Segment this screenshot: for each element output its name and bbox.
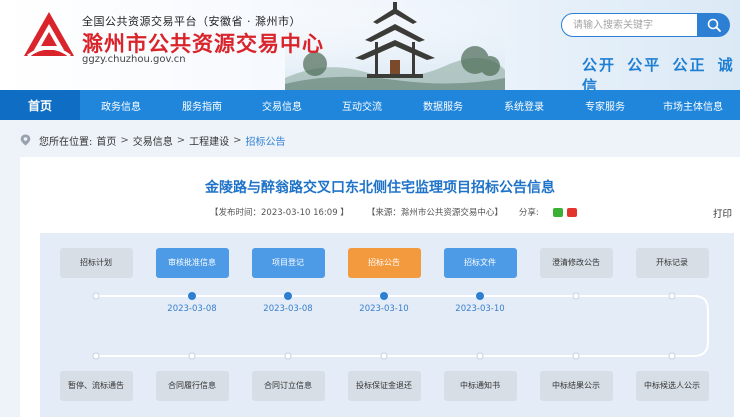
breadcrumb-prefix: 您所在位置: [39,136,93,148]
breadcrumb-home[interactable]: 首页 [96,133,116,148]
search-input[interactable] [561,13,698,37]
print-button[interactable]: 打印 [713,206,732,220]
breadcrumb-trade-info[interactable]: 交易信息 [133,133,173,148]
article-panel: 金陵路与醉翁路交叉口东北侧住宅监理项目招标公告信息 【发布时间：2023-03-… [20,157,740,417]
bottom-flow-dot [476,352,484,360]
search-button[interactable] [697,13,730,37]
step-date: 2023-03-08 [167,304,217,314]
location-pin-icon [20,134,31,146]
breadcrumb: 您所在位置: 首页 > 交易信息 > 工程建设 > 招标公告 [20,133,286,148]
step-date: 2023-03-10 [455,304,505,314]
nav-item-3[interactable]: 交易信息 [242,90,322,120]
bottom-step-4[interactable]: 中标通知书 [443,371,517,401]
nav-item-2[interactable]: 服务指南 [162,90,242,120]
weibo-share-icon[interactable] [566,207,577,217]
bottom-step-6[interactable]: 中标候选人公示 [635,371,709,401]
bottom-flow-dot [668,352,676,360]
bottom-step-1[interactable]: 合同履行信息 [155,371,229,401]
top-step-0[interactable]: 招标计划 [59,248,133,278]
bottom-step-5[interactable]: 中标结果公示 [539,371,613,401]
wechat-share-icon[interactable] [552,207,563,217]
bottom-step-3[interactable]: 投标保证金退还 [347,371,421,401]
bottom-step-2[interactable]: 合同订立信息 [251,371,325,401]
breadcrumb-separator: > [120,134,129,146]
site-logo-icon [24,12,74,58]
share-label: 分享: [518,208,539,218]
top-step-6[interactable]: 开标记录 [635,248,709,278]
breadcrumb-engineering[interactable]: 工程建设 [189,133,229,148]
breadcrumb-current[interactable]: 招标公告 [246,133,286,148]
nav-item-4[interactable]: 互动交流 [322,90,402,120]
nav-item-5[interactable]: 数据服务 [402,90,484,120]
bottom-flow-dot [284,352,292,360]
bottom-flow-dot [572,352,580,360]
nav-item-6[interactable]: 系统登录 [484,90,564,120]
article-meta: 【发布时间：2023-03-10 16:09 】 【来源：滁州市公共资源交易中心… [210,206,577,218]
nav-item-0[interactable]: 首页 [0,90,80,120]
search-icon [707,18,721,32]
top-flow-dot [380,292,388,300]
article-title: 金陵路与醉翁路交叉口东北侧住宅监理项目招标公告信息 [205,180,555,196]
bottom-flow-dot [92,352,100,360]
top-step-5[interactable]: 澄清修改公告 [539,248,613,278]
bottom-flow-dot [188,352,196,360]
top-step-2[interactable]: 项目登记 [251,248,325,278]
breadcrumb-separator: > [233,134,242,146]
step-date: 2023-03-08 [263,304,313,314]
nav-item-1[interactable]: 政务信息 [80,90,162,120]
site-domain: ggzy.chuzhou.gov.cn [82,54,186,65]
publish-time: 【发布时间：2023-03-10 16:09 】 [210,208,349,218]
process-flow: 招标计划 审核批准信息 项目登记 招标公告 招标文件 澄清修改公告 开标记录 2023-03-… [40,233,734,417]
article-source: 【来源：滁州市公共资源交易中心】 [366,208,503,218]
top-step-3[interactable]: 招标公告 [347,248,421,278]
top-step-4[interactable]: 招标文件 [443,248,517,278]
main-nav: 首页 政务信息 服务指南 交易信息 互动交流 数据服务 系统登录 专家服务 市场主体信息 [0,90,740,120]
platform-line: 全国公共资源交易平台（安徽省 · 滁州市） [82,15,301,28]
top-flow-dot [92,292,100,300]
nav-item-7[interactable]: 专家服务 [564,90,646,120]
bottom-flow-dot [380,352,388,360]
nav-item-8[interactable]: 市场主体信息 [646,90,740,120]
top-flow-dot [284,292,292,300]
site-header: 全国公共资源交易平台（安徽省 · 滁州市） 滁州市公共资源交易中心 ggzy.c… [0,0,740,90]
top-flow-dot [476,292,484,300]
breadcrumb-separator: > [176,134,186,146]
bottom-step-0[interactable]: 暂停、流标通告 [59,371,133,401]
step-date: 2023-03-10 [359,304,409,314]
slogan: 公开 公平 公正 诚信 [582,56,735,90]
top-flow-dot [572,292,580,300]
top-flow-dot [668,292,676,300]
top-step-1[interactable]: 审核批准信息 [155,248,229,278]
top-flow-dot [188,292,196,300]
